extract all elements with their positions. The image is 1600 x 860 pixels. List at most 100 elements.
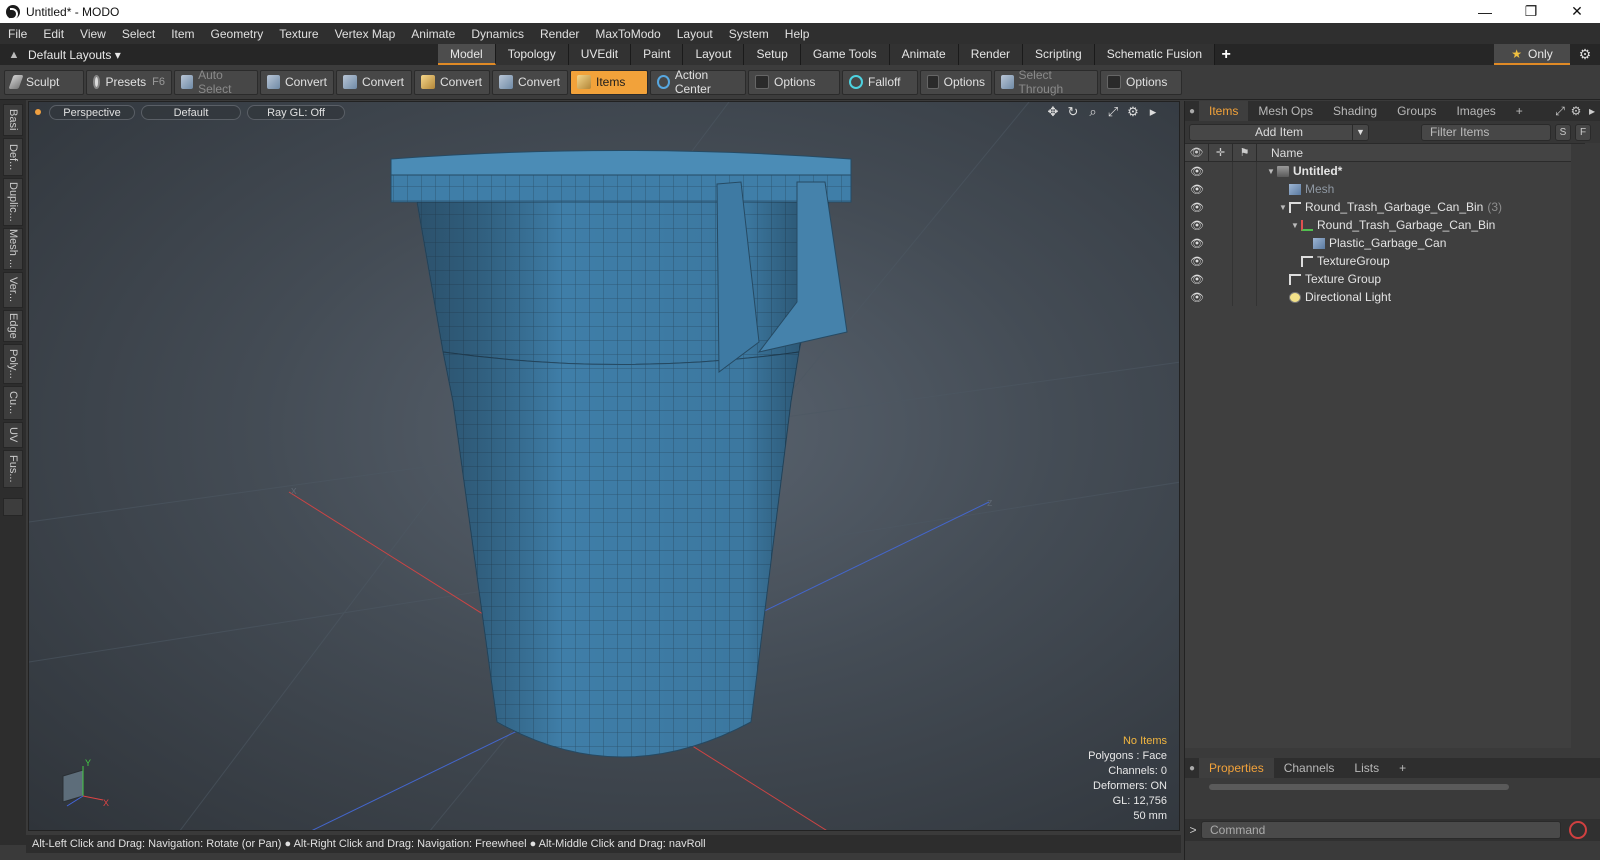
- add-panel-tab-icon[interactable]: +: [1506, 101, 1533, 121]
- add-properties-tab-icon[interactable]: +: [1389, 758, 1416, 778]
- tree-item-label[interactable]: ▼ Untitled*: [1257, 164, 1342, 178]
- filter-f-button[interactable]: F: [1575, 123, 1591, 141]
- panel-menu-icon[interactable]: ●: [1185, 106, 1199, 117]
- tree-horizontal-scrollbar[interactable]: [1209, 784, 1509, 790]
- maximize-button[interactable]: ❐: [1508, 0, 1554, 23]
- menu-select[interactable]: Select: [114, 27, 163, 41]
- menu-system[interactable]: System: [721, 27, 777, 41]
- panel-settings-icon[interactable]: ⚙: [1568, 104, 1584, 119]
- lock-cell[interactable]: [1209, 270, 1233, 288]
- panel-popout-icon[interactable]: ⤢: [1552, 104, 1568, 119]
- vtab-toggle[interactable]: [3, 498, 23, 516]
- visibility-eye-icon[interactable]: 👁: [1185, 183, 1209, 196]
- visibility-column-icon[interactable]: 👁: [1185, 143, 1209, 162]
- gear-icon[interactable]: ⚙: [1570, 46, 1600, 63]
- lock-cell[interactable]: [1209, 180, 1233, 198]
- tree-item-label[interactable]: ▼ Round_Trash_Garbage_Can_Bin: [1257, 218, 1495, 232]
- action-center-button[interactable]: Action Center: [650, 68, 746, 96]
- lock-cell[interactable]: [1209, 252, 1233, 270]
- visibility-eye-icon[interactable]: 👁: [1185, 255, 1209, 268]
- falloff-button[interactable]: Falloff: [842, 69, 918, 95]
- rotate-icon[interactable]: ↻: [1063, 104, 1083, 120]
- tab-layout[interactable]: Layout: [683, 44, 745, 65]
- lock-cell[interactable]: [1209, 198, 1233, 216]
- tab-images[interactable]: Images: [1446, 101, 1505, 121]
- lock-cell[interactable]: [1209, 162, 1233, 180]
- name-column-header[interactable]: Name: [1257, 146, 1303, 160]
- lock-cell[interactable]: [1209, 288, 1233, 306]
- menu-animate[interactable]: Animate: [403, 27, 463, 41]
- only-toggle[interactable]: ★ Only: [1494, 44, 1570, 65]
- viewport-settings-icon[interactable]: ⚙: [1123, 104, 1143, 120]
- convert-material-button[interactable]: Convert: [492, 69, 568, 95]
- vtab-curve[interactable]: Cu...: [3, 386, 23, 420]
- menu-vertex-map[interactable]: Vertex Map: [327, 27, 404, 41]
- tree-row[interactable]: 👁 Mesh: [1185, 180, 1585, 198]
- tree-item-label[interactable]: ▼ Round_Trash_Garbage_Can_Bin (3): [1257, 200, 1502, 214]
- visibility-eye-icon[interactable]: 👁: [1185, 291, 1209, 304]
- command-input[interactable]: Command: [1201, 821, 1561, 839]
- visibility-eye-icon[interactable]: 👁: [1185, 165, 1209, 178]
- close-button[interactable]: ✕: [1554, 0, 1600, 23]
- view-mode-dropdown[interactable]: Perspective: [49, 104, 135, 120]
- presets-button[interactable]: Presets F6: [86, 69, 172, 95]
- tree-scrollbar[interactable]: [1571, 144, 1585, 749]
- menu-dynamics[interactable]: Dynamics: [463, 27, 532, 41]
- lock-cell[interactable]: [1209, 234, 1233, 252]
- minimize-button[interactable]: —: [1462, 0, 1508, 23]
- menu-item[interactable]: Item: [163, 27, 202, 41]
- vtab-mesh[interactable]: Mesh ...: [3, 228, 23, 270]
- items-mode-button[interactable]: Items: [570, 69, 648, 95]
- type-column-icon[interactable]: ⚑: [1233, 143, 1257, 162]
- record-macro-icon[interactable]: [1569, 821, 1587, 839]
- tab-topology[interactable]: Topology: [495, 44, 569, 65]
- tree-row[interactable]: 👁 TextureGroup: [1185, 252, 1585, 270]
- tab-scripting[interactable]: Scripting: [1023, 44, 1095, 65]
- tab-game-tools[interactable]: Game Tools: [800, 44, 890, 65]
- tree-twisty-icon[interactable]: ▼: [1277, 203, 1289, 212]
- tab-model[interactable]: Model: [438, 44, 496, 65]
- fit-icon[interactable]: ⤢: [1103, 104, 1123, 120]
- tab-channels[interactable]: Channels: [1274, 758, 1345, 778]
- visibility-eye-icon[interactable]: 👁: [1185, 201, 1209, 214]
- tree-twisty-icon[interactable]: ▼: [1289, 221, 1301, 230]
- visibility-eye-icon[interactable]: 👁: [1185, 273, 1209, 286]
- falloff-options-button[interactable]: Options: [920, 69, 992, 95]
- tab-items[interactable]: Items: [1199, 101, 1249, 121]
- viewport-menu-icon[interactable]: [35, 109, 41, 115]
- select-through-button[interactable]: Select Through: [994, 68, 1098, 96]
- add-tab-icon[interactable]: +: [1215, 46, 1237, 64]
- tree-row[interactable]: 👁 ▼ Untitled*: [1185, 162, 1585, 180]
- collapse-toolbar-icon[interactable]: ▲: [0, 49, 28, 61]
- default-layouts-dropdown[interactable]: Default Layouts ▾: [28, 48, 438, 62]
- tree-item-label[interactable]: Texture Group: [1257, 272, 1381, 286]
- visibility-eye-icon[interactable]: 👁: [1185, 219, 1209, 232]
- 3d-viewport[interactable]: x z Perspective Default Ray GL: Off ✥ ↻ …: [28, 101, 1180, 831]
- menu-geometry[interactable]: Geometry: [203, 27, 272, 41]
- tree-twisty-icon[interactable]: ▼: [1265, 167, 1277, 176]
- vtab-fusion[interactable]: Fus...: [3, 450, 23, 488]
- vtab-basic[interactable]: Basi: [3, 104, 23, 136]
- menu-help[interactable]: Help: [777, 27, 818, 41]
- zoom-icon[interactable]: ⌕: [1083, 104, 1103, 120]
- tree-item-label[interactable]: Mesh: [1257, 182, 1334, 196]
- menu-render[interactable]: Render: [532, 27, 587, 41]
- vtab-duplicate[interactable]: Duplic...: [3, 178, 23, 226]
- visibility-eye-icon[interactable]: 👁: [1185, 237, 1209, 250]
- vtab-deform[interactable]: Def...: [3, 138, 23, 176]
- vtab-edge[interactable]: Edge: [3, 310, 23, 342]
- menu-edit[interactable]: Edit: [35, 27, 72, 41]
- filter-s-button[interactable]: S: [1555, 123, 1571, 141]
- tab-animate[interactable]: Animate: [889, 44, 959, 65]
- select-through-options-button[interactable]: Options: [1100, 69, 1182, 95]
- tab-mesh-ops[interactable]: Mesh Ops: [1248, 101, 1323, 121]
- tab-paint[interactable]: Paint: [631, 44, 684, 65]
- vtab-polygon[interactable]: Poly...: [3, 344, 23, 384]
- menu-layout[interactable]: Layout: [669, 27, 721, 41]
- tab-shading[interactable]: Shading: [1323, 101, 1387, 121]
- tree-row[interactable]: 👁 Plastic_Garbage_Can: [1185, 234, 1585, 252]
- convert-edge-button[interactable]: Convert: [336, 69, 412, 95]
- vtab-uv[interactable]: UV: [3, 422, 23, 448]
- menu-texture[interactable]: Texture: [271, 27, 326, 41]
- panel-expand-icon[interactable]: ▸: [1584, 104, 1600, 119]
